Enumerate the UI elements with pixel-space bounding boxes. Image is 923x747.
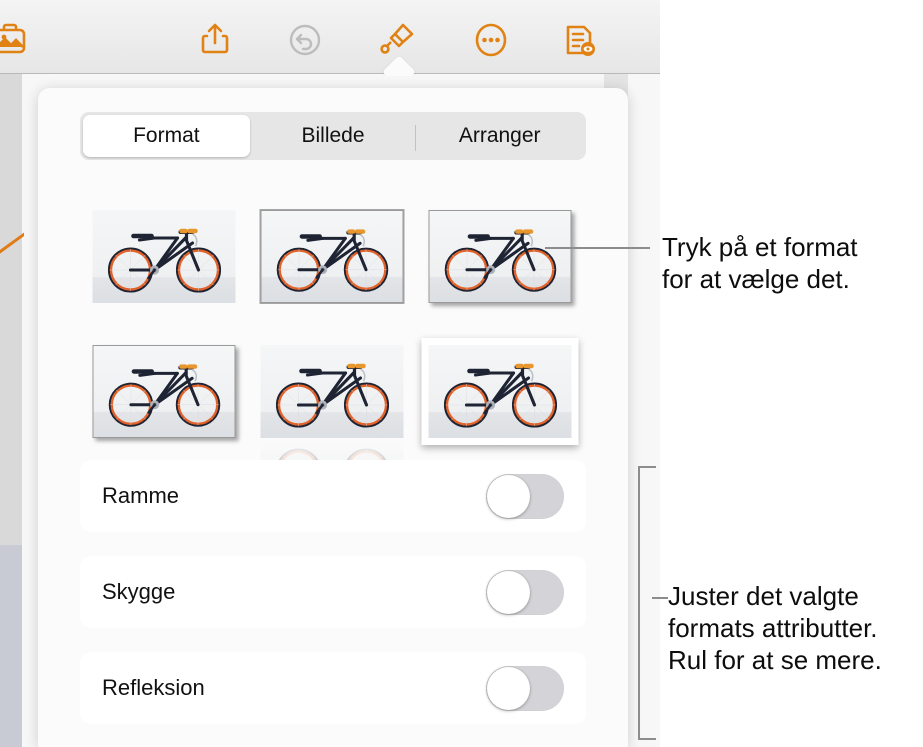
image-options-list: Ramme Skygge Refleksion: [80, 460, 586, 747]
share-icon[interactable]: [193, 20, 237, 60]
image-style-shadow-frame[interactable]: [80, 323, 248, 458]
document-preview-icon[interactable]: [557, 20, 601, 60]
document-orange-mark: [0, 228, 24, 260]
option-label-skygge: Skygge: [102, 579, 176, 604]
screen: A ne se re: [0, 0, 923, 747]
callout-bracket: [638, 466, 656, 740]
image-style-reflection[interactable]: [248, 323, 416, 472]
toggle-refleksion[interactable]: [486, 665, 564, 711]
image-style-matte[interactable]: [416, 323, 584, 458]
image-style-plain[interactable]: [80, 188, 248, 323]
toggle-ramme[interactable]: [486, 473, 564, 519]
image-style-grid: [80, 188, 586, 472]
callout-select-format: Tryk på et format for at vælge det.: [662, 232, 858, 294]
option-label-refleksion: Refleksion: [102, 675, 205, 700]
popover-arrow: [379, 56, 419, 76]
option-row-ramme: Ramme: [80, 460, 586, 532]
tab-format[interactable]: Format: [83, 115, 250, 157]
tab-billede-label: Billede: [301, 124, 365, 147]
top-toolbar: [0, 0, 660, 74]
callout-leader-line-top: [545, 247, 650, 249]
media-icon[interactable]: [0, 20, 32, 60]
paintbrush-icon[interactable]: [375, 20, 419, 60]
undo-icon: [283, 20, 327, 60]
tab-arranger-label: Arranger: [458, 124, 541, 147]
callout-leader-line-bottom: [652, 597, 668, 599]
tab-format-label: Format: [133, 124, 200, 147]
format-tabs: Format Billede Arranger: [80, 112, 586, 160]
tab-billede[interactable]: Billede: [250, 115, 417, 157]
image-style-row: [80, 323, 586, 472]
option-row-refleksion: Refleksion: [80, 652, 586, 724]
callout-adjust-attributes: Juster det valgte formats attributter. R…: [668, 581, 882, 675]
more-icon[interactable]: [469, 20, 513, 60]
image-style-frame-shadow[interactable]: [416, 188, 584, 323]
image-style-row: [80, 188, 586, 323]
format-popover: Format Billede Arranger Ramme Skygge Ref…: [38, 88, 628, 747]
tab-arranger[interactable]: Arranger: [416, 115, 583, 157]
image-style-frame[interactable]: [248, 188, 416, 323]
document-left-margin-lower: [0, 545, 22, 747]
option-row-skygge: Skygge: [80, 556, 586, 628]
option-label-ramme: Ramme: [102, 483, 180, 508]
toggle-skygge[interactable]: [486, 569, 564, 615]
